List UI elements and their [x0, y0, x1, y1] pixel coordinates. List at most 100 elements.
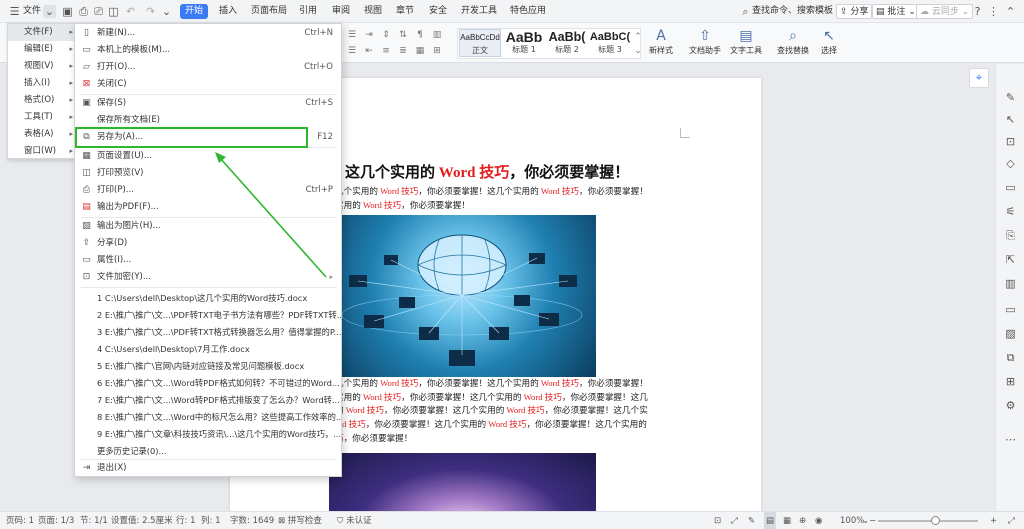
- status-pages[interactable]: 页面: 1/3: [38, 512, 74, 529]
- menu-item-save[interactable]: ▣ 保存(S) Ctrl+S: [75, 95, 341, 112]
- tab-review[interactable]: 审阅: [332, 0, 350, 23]
- undo-icon[interactable]: ↶: [124, 5, 137, 18]
- layers-icon[interactable]: ⧉: [1003, 350, 1018, 365]
- select-button[interactable]: ↖ 选择: [816, 27, 842, 61]
- tab-chapter[interactable]: 章节: [396, 0, 414, 23]
- justify-icon[interactable]: ≡: [380, 45, 392, 57]
- export-pdf-icon[interactable]: ⎙: [77, 5, 90, 18]
- tab-featured-apps[interactable]: 特色应用: [510, 0, 546, 23]
- zoom-slider-track[interactable]: [878, 520, 978, 522]
- more-icon[interactable]: ⋮: [987, 5, 1000, 18]
- customize-toolbar-icon[interactable]: ⌄: [160, 5, 173, 18]
- find-replace-button[interactable]: ⌕ 查找替换: [772, 27, 814, 61]
- save-icon[interactable]: ▣: [61, 5, 74, 18]
- menu-item-export-pdf[interactable]: ▤ 输出为PDF(F)...: [75, 199, 341, 216]
- align-center-icon[interactable]: ☰: [346, 45, 358, 57]
- menu-item-save-as[interactable]: ⧉ 另存为(A)... F12: [75, 129, 341, 146]
- settings-icon[interactable]: ⚙: [1003, 398, 1018, 413]
- print-icon[interactable]: ⎚: [92, 5, 105, 18]
- adjust-icon[interactable]: ⚟: [1003, 204, 1018, 219]
- text-box-icon[interactable]: ▭: [1003, 180, 1018, 195]
- menu-file[interactable]: 文件(F) ▸: [8, 24, 76, 41]
- tab-security[interactable]: 安全: [429, 0, 447, 23]
- columns-sidebar-icon[interactable]: ▥: [1003, 276, 1018, 291]
- menu-item-open[interactable]: ▱ 打开(O)... Ctrl+O: [75, 59, 341, 76]
- text-tools-button[interactable]: ▤ 文字工具: [726, 27, 766, 61]
- recent-file-item[interactable]: 3 E:\推广\推广\文...\PDF转TXT格式转换器怎么用？值得掌握的P..…: [75, 324, 341, 341]
- menu-item-properties[interactable]: ▭ 属性(I)...: [75, 252, 341, 269]
- zoom-slider-thumb[interactable]: [931, 516, 940, 525]
- web-view-icon[interactable]: ▦: [783, 512, 791, 529]
- tab-developer-tools[interactable]: 开发工具: [461, 0, 497, 23]
- zoom-level[interactable]: 100%: [840, 512, 864, 529]
- recent-file-item[interactable]: 6 E:\推广\推广\文...\Word转PDF格式如何转？不可错过的Word.…: [75, 375, 341, 392]
- certification-status[interactable]: ⛉ 未认证: [337, 512, 372, 529]
- lock-icon[interactable]: ⊡: [1003, 134, 1018, 149]
- fullscreen-icon[interactable]: ⤢: [731, 512, 738, 529]
- menu-item-close[interactable]: ⊠ 关闭(C): [75, 76, 341, 93]
- menu-item-save-all[interactable]: 保存所有文档(E): [75, 112, 341, 129]
- sort-icon[interactable]: ⇅: [397, 29, 409, 41]
- style-heading-1[interactable]: AaBb 标题 1: [503, 29, 545, 57]
- status-setting[interactable]: 设置值: 2.5厘米: [111, 512, 173, 529]
- comment-button[interactable]: ▤ 批注 ⌄: [872, 4, 920, 19]
- recent-file-item[interactable]: 8 E:\推广\推广\文...\Word中的标尺怎么用？这些提高工作效率的...: [75, 409, 341, 426]
- menu-tools[interactable]: 工具(T) ▸: [8, 109, 76, 126]
- recent-file-item[interactable]: 7 E:\推广\推广\文...\Word转PDF格式排版变了怎么办？Word转.…: [75, 392, 341, 409]
- menu-item-encrypt[interactable]: ⊡ 文件加密(Y)... ▸: [75, 269, 341, 286]
- grid-icon[interactable]: ⊞: [1003, 374, 1018, 389]
- copy-icon[interactable]: ⎘: [1003, 228, 1018, 243]
- fit-window-icon[interactable]: ⤢: [1008, 512, 1015, 529]
- select-cursor-sidebar-icon[interactable]: ↖: [1003, 112, 1018, 127]
- zoom-out-icon[interactable]: −: [869, 512, 876, 529]
- recent-file-item[interactable]: 2 E:\推广\推广\文...\PDF转TXT电子书方法有哪些？PDF转TXT转…: [75, 307, 341, 324]
- distribute-icon[interactable]: ≣: [397, 45, 409, 57]
- menu-window[interactable]: 窗口(W) ▸: [8, 143, 76, 160]
- status-word-count[interactable]: 字数: 1649: [230, 512, 274, 529]
- tab-insert[interactable]: 插入: [219, 0, 237, 23]
- view-mode-icon[interactable]: ⊡: [714, 512, 721, 529]
- tab-view[interactable]: 视图: [364, 0, 382, 23]
- cloud-sync-button[interactable]: ☁ 云同步 ⌄: [916, 4, 974, 19]
- menu-item-share[interactable]: ⇪ 分享(D): [75, 235, 341, 252]
- menu-item-new[interactable]: ▯ 新建(N)... Ctrl+N: [75, 25, 341, 42]
- menu-insert[interactable]: 插入(I) ▸: [8, 75, 76, 92]
- menu-format[interactable]: 格式(O) ▸: [8, 92, 76, 109]
- shading-icon[interactable]: ▦: [414, 45, 426, 57]
- style-scroll-up-icon[interactable]: ⌃: [632, 31, 644, 43]
- menu-item-local-template[interactable]: ▭ 本机上的模板(M)...: [75, 42, 341, 59]
- doc-assistant-button[interactable]: ⇧ 文档助手: [686, 27, 724, 61]
- share-sidebar-icon[interactable]: ⇱: [1003, 252, 1018, 267]
- menu-item-exit[interactable]: ⇥ 退出(X): [75, 460, 341, 477]
- menu-edit[interactable]: 编辑(E) ▸: [8, 41, 76, 58]
- spell-check-button[interactable]: ⊠ 拼写检查: [278, 512, 322, 529]
- print-preview-icon[interactable]: ◫: [107, 5, 120, 18]
- menu-item-print[interactable]: ⎙ 打印(P)... Ctrl+P: [75, 182, 341, 199]
- outdent-icon[interactable]: ⇤: [363, 45, 375, 57]
- more-history-item[interactable]: 更多历史记录(0)...: [75, 443, 341, 460]
- share-button[interactable]: ⇪ 分享: [836, 4, 873, 19]
- command-search[interactable]: 查找命令、搜索模板: [752, 0, 833, 23]
- location-pin-icon[interactable]: ⌖: [969, 68, 989, 88]
- collapse-ribbon-icon[interactable]: ⌃: [1004, 5, 1017, 18]
- columns-icon[interactable]: ▥: [431, 29, 443, 41]
- indent-icon[interactable]: ⇥: [363, 29, 375, 41]
- zoom-in-icon[interactable]: +: [990, 512, 997, 529]
- tab-page-layout[interactable]: 页面布局: [251, 0, 287, 23]
- globe-view-icon[interactable]: ⊕: [799, 512, 806, 529]
- more-dots-icon[interactable]: ⋯: [1003, 432, 1018, 447]
- redo-icon[interactable]: ↷: [144, 5, 157, 18]
- eye-protection-icon[interactable]: ◉: [815, 512, 822, 529]
- edit-mode-icon[interactable]: ✎: [748, 512, 755, 529]
- recent-file-item[interactable]: 9 E:\推广\推广\文章\科技技巧资讯\...\这几个实用的Word技巧，..…: [75, 426, 341, 443]
- style-heading-3[interactable]: AaBbC( 标题 3: [589, 29, 631, 57]
- border-icon[interactable]: ⊞: [431, 45, 443, 57]
- help-icon[interactable]: ?: [971, 5, 984, 18]
- menu-item-page-setup[interactable]: ▦ 页面设置(U)...: [75, 148, 341, 165]
- tab-home[interactable]: 开始: [180, 4, 208, 19]
- style-heading-2[interactable]: AaBb( 标题 2: [546, 29, 588, 57]
- show-marks-icon[interactable]: ¶: [414, 29, 426, 41]
- panel-icon[interactable]: ▭: [1003, 302, 1018, 317]
- recent-file-item[interactable]: 4 C:\Users\dell\Desktop\7月工作.docx: [75, 341, 341, 358]
- file-menu-button[interactable]: 文件: [23, 0, 41, 23]
